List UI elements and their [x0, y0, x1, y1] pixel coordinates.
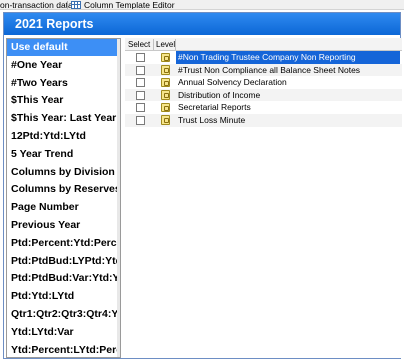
table-row[interactable]: #Trust Non Compliance all Balance Sheet …: [125, 63, 402, 77]
report-name: Annual Solvency Declaration: [178, 77, 287, 88]
list-item[interactable]: Ytd:LYtd:Var: [7, 324, 120, 342]
column-divider[interactable]: [175, 39, 176, 50]
list-item[interactable]: Previous Year: [7, 217, 120, 235]
list-item[interactable]: #One Year: [7, 57, 120, 75]
toolbar-tab-data[interactable]: on-transaction data: [0, 0, 73, 9]
list-item[interactable]: Ytd:Percent:LYtd:Perc: [7, 342, 120, 357]
column-template-list: Use default #One Year #Two Years $This Year…: [6, 38, 121, 358]
list-item[interactable]: Qtr1:Qtr2:Qtr3:Qtr4:Ytd: [7, 306, 120, 324]
list-item[interactable]: Ptd:Percent:Ytd:Perce: [7, 235, 120, 253]
table-row[interactable]: Secretarial Reports: [125, 101, 402, 114]
report-level-icon: [161, 77, 170, 88]
list-item[interactable]: 5 Year Trend: [7, 146, 120, 164]
report-name: #Trust Non Compliance all Balance Sheet …: [178, 64, 361, 75]
list-item[interactable]: Ptd:PtdBud:LYPtd:Ytd:: [7, 253, 120, 271]
select-checkbox[interactable]: [136, 65, 145, 75]
report-name: Secretarial Reports: [178, 102, 251, 113]
report-level-icon: [161, 102, 170, 113]
select-checkbox[interactable]: [136, 53, 145, 62]
select-checkbox[interactable]: [136, 115, 145, 125]
list-scrollbar[interactable]: [117, 39, 120, 357]
table-row[interactable]: Distribution of Income: [125, 88, 402, 102]
report-level-icon: [161, 65, 170, 75]
list-item[interactable]: 12Ptd:Ytd:LYtd: [7, 128, 120, 146]
toolbar: on-transaction data Column Template Edit…: [0, 0, 404, 10]
list-item[interactable]: Columns by Reserves: [7, 181, 120, 200]
column-template-editor-label: Column Template Editor: [84, 0, 175, 10]
panel-title: 2021 Reports: [4, 13, 400, 35]
table-row[interactable]: Annual Solvency Declaration: [125, 76, 402, 89]
list-item[interactable]: Page Number: [7, 199, 120, 217]
column-divider[interactable]: [153, 39, 154, 50]
list-item[interactable]: Ptd:Ytd:LYtd: [7, 288, 120, 306]
list-item[interactable]: Use default: [7, 39, 120, 57]
column-header-level[interactable]: Level: [156, 38, 175, 51]
column-template-editor-button[interactable]: Column Template Editor: [71, 0, 175, 10]
report-level-icon: [161, 52, 170, 62]
report-level-icon: [161, 90, 170, 100]
select-checkbox[interactable]: [136, 90, 145, 100]
select-checkbox[interactable]: [136, 78, 145, 88]
list-item[interactable]: #Two Years: [7, 75, 120, 93]
list-item[interactable]: Columns by Division: [7, 164, 120, 182]
column-header-select[interactable]: Select: [128, 38, 150, 51]
report-name: Trust Loss Minute: [178, 114, 246, 125]
toolbar-separator: [67, 1, 68, 9]
list-item[interactable]: $This Year: [7, 92, 120, 111]
table-row[interactable]: #Non Trading Trustee Company Non Reporti…: [125, 51, 402, 64]
report-name: Distribution of Income: [178, 89, 261, 100]
report-name: #Non Trading Trustee Company Non Reporti…: [176, 51, 400, 64]
list-item[interactable]: $This Year: Last Year: [7, 110, 120, 128]
list-item[interactable]: Ptd:PtdBud:Var:Ytd:Yt: [7, 270, 120, 289]
reports-panel: 2021 Reports Use default #One Year #Two Ye…: [3, 12, 402, 359]
grid-icon: [71, 1, 81, 9]
table-row[interactable]: Trust Loss Minute: [125, 113, 402, 127]
select-checkbox[interactable]: [136, 103, 145, 113]
grid-header: Select Level: [125, 38, 402, 51]
report-level-icon: [161, 115, 170, 125]
reports-grid: Select Level #Non Trading Trustee Compan…: [125, 38, 402, 358]
